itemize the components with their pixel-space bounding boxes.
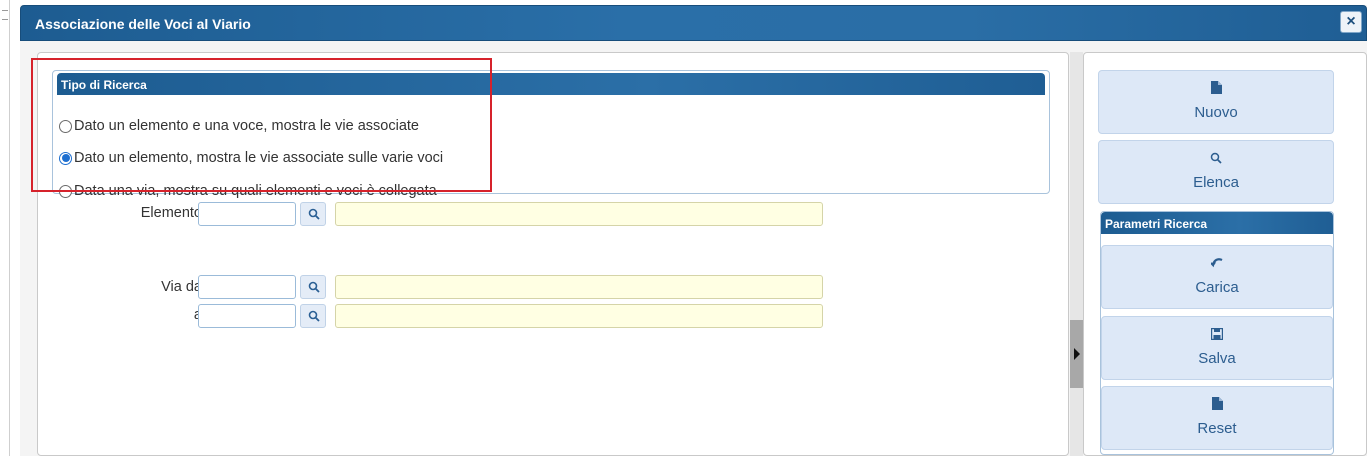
search-option-label: Dato un elemento e una voce, mostra le v… xyxy=(74,118,419,134)
main-panel: Tipo di Ricerca Dato un elemento e una v… xyxy=(37,52,1069,456)
reset-button[interactable]: Reset xyxy=(1101,386,1333,450)
search-type-legend: Tipo di Ricerca xyxy=(57,73,1045,95)
load-arrow-icon xyxy=(1102,256,1332,270)
search-type-fieldset: Tipo di Ricerca Dato un elemento e una v… xyxy=(52,70,1050,199)
search-option-street[interactable]: Data una via, mostra su quali elementi e… xyxy=(59,180,437,202)
via-a-code-input[interactable] xyxy=(198,304,296,328)
menu-grip-icon[interactable] xyxy=(2,10,8,20)
save-icon xyxy=(1102,327,1332,341)
carica-button[interactable]: Carica xyxy=(1101,245,1333,309)
search-params-title: Parametri Ricerca xyxy=(1101,212,1333,234)
search-icon xyxy=(308,310,320,322)
left-edge-panel xyxy=(0,0,10,456)
elenca-button[interactable]: Elenca xyxy=(1098,140,1334,204)
elemento-description-field[interactable] xyxy=(335,202,823,226)
dialog-titlebar: Associazione delle Voci al Viario × xyxy=(20,5,1367,41)
search-option-label: Dato un elemento, mostra le vie associat… xyxy=(74,150,444,166)
via-da-label: Via da xyxy=(161,279,202,295)
dialog-title: Associazione delle Voci al Viario xyxy=(35,16,251,32)
elemento-code-input[interactable] xyxy=(198,202,296,226)
carica-label: Carica xyxy=(1195,279,1239,296)
via-a-label: a xyxy=(122,307,202,323)
search-option-element[interactable]: Dato un elemento, mostra le vie associat… xyxy=(59,147,443,169)
document-icon xyxy=(1102,397,1332,411)
close-button[interactable]: × xyxy=(1340,11,1362,33)
panel-splitter[interactable] xyxy=(1070,52,1083,456)
elemento-label: Elemento xyxy=(140,205,202,221)
search-icon xyxy=(1099,151,1333,165)
document-icon xyxy=(1099,81,1333,95)
nuovo-button[interactable]: Nuovo xyxy=(1098,70,1334,134)
elenca-label: Elenca xyxy=(1193,174,1239,191)
radio-element-voice[interactable] xyxy=(59,119,72,133)
salva-label: Salva xyxy=(1198,350,1236,367)
search-option-label: Data una via, mostra su quali elementi e… xyxy=(74,183,437,199)
radio-element[interactable] xyxy=(59,151,72,165)
nuovo-label: Nuovo xyxy=(1194,104,1238,121)
via-da-description-field[interactable] xyxy=(335,275,823,299)
actions-panel: Nuovo Elenca Parametri Ricerca Carica Sa… xyxy=(1083,52,1367,456)
via-a-description-field[interactable] xyxy=(335,304,823,328)
via-a-lookup-button[interactable] xyxy=(300,304,326,328)
reset-label: Reset xyxy=(1197,420,1237,437)
search-icon xyxy=(308,281,320,293)
elemento-lookup-button[interactable] xyxy=(300,202,326,226)
expand-arrow-icon[interactable] xyxy=(1074,348,1080,360)
salva-button[interactable]: Salva xyxy=(1101,316,1333,380)
radio-street[interactable] xyxy=(59,184,72,198)
dialog-window: Associazione delle Voci al Viario × Tipo… xyxy=(20,5,1367,456)
via-da-lookup-button[interactable] xyxy=(300,275,326,299)
via-da-code-input[interactable] xyxy=(198,275,296,299)
search-icon xyxy=(308,208,320,220)
search-option-element-voice[interactable]: Dato un elemento e una voce, mostra le v… xyxy=(59,115,419,137)
